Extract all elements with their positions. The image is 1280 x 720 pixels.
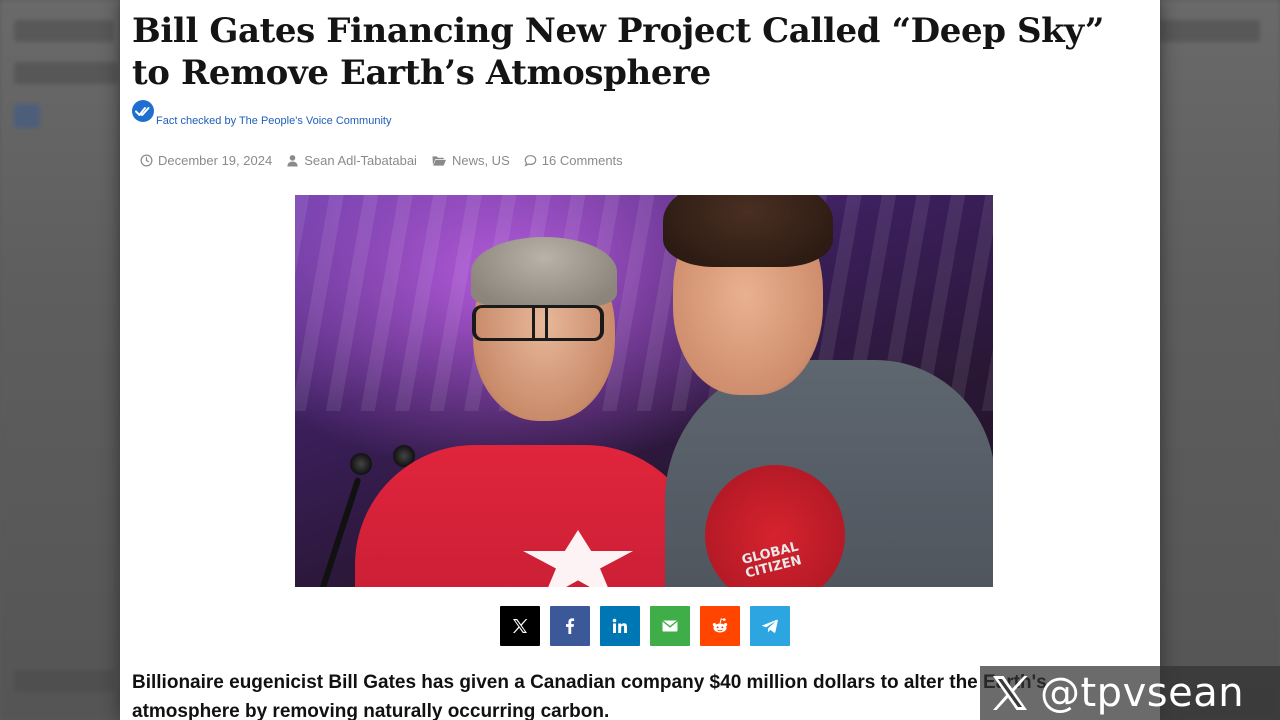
person-left-hair xyxy=(471,237,617,307)
telegram-icon xyxy=(762,619,778,633)
blurred-text-ghost xyxy=(14,670,114,692)
x-logo-icon xyxy=(513,619,528,633)
share-email-button[interactable] xyxy=(650,606,690,646)
share-facebook-button[interactable] xyxy=(550,606,590,646)
background-left-blur xyxy=(0,0,120,720)
article-card: Bill Gates Financing New Project Called … xyxy=(120,0,1160,720)
clock-icon xyxy=(140,154,153,166)
meta-author-link[interactable]: Sean Adl-Tabatabai xyxy=(304,153,417,168)
meta-date-text: December 19, 2024 xyxy=(158,152,273,168)
facebook-icon xyxy=(566,618,575,634)
meta-comments-link[interactable]: 16 Comments xyxy=(542,153,623,168)
glasses xyxy=(472,305,604,341)
share-linkedin-button[interactable] xyxy=(600,606,640,646)
article-meta: December 19, 2024 Sean Adl-Tabatabai New… xyxy=(140,150,623,170)
meta-categories[interactable]: News, US xyxy=(431,153,510,168)
social-watermark: @tpvsean xyxy=(980,666,1280,720)
microphone-icon xyxy=(350,453,372,475)
person-left-shirt xyxy=(355,445,705,587)
background-right-blur xyxy=(1160,0,1280,720)
email-icon xyxy=(662,620,678,632)
share-reddit-button[interactable] xyxy=(700,606,740,646)
person-right-hair xyxy=(663,195,833,267)
double-check-icon xyxy=(132,100,154,122)
comment-icon xyxy=(524,154,537,167)
meta-author[interactable]: Sean Adl-Tabatabai xyxy=(286,153,417,168)
folder-open-icon xyxy=(432,155,446,166)
share-x-button[interactable] xyxy=(500,606,540,646)
blurred-title-ghost xyxy=(1160,20,1260,42)
user-icon xyxy=(287,154,298,167)
blurred-title-ghost xyxy=(14,20,114,42)
hero-image: GLOBAL CITIZEN xyxy=(295,195,993,587)
article-title: Bill Gates Financing New Project Called … xyxy=(132,11,1105,93)
meta-comments[interactable]: 16 Comments xyxy=(524,153,623,168)
blurred-title-ghost xyxy=(14,62,118,84)
share-bar xyxy=(500,606,790,646)
meta-date: December 19, 2024 xyxy=(140,153,272,168)
blurred-icon-ghost xyxy=(14,104,40,128)
x-logo-icon xyxy=(988,671,1032,715)
reddit-icon xyxy=(712,618,728,633)
share-telegram-button[interactable] xyxy=(750,606,790,646)
fact-check-link[interactable]: Fact checked by The People's Voice Commu… xyxy=(156,114,391,128)
linkedin-icon xyxy=(612,618,627,633)
fact-check-badge[interactable]: Fact checked by The People's Voice Commu… xyxy=(132,100,391,128)
watermark-handle: @tpvsean xyxy=(1040,670,1245,716)
meta-categories-link[interactable]: News, US xyxy=(452,153,510,168)
